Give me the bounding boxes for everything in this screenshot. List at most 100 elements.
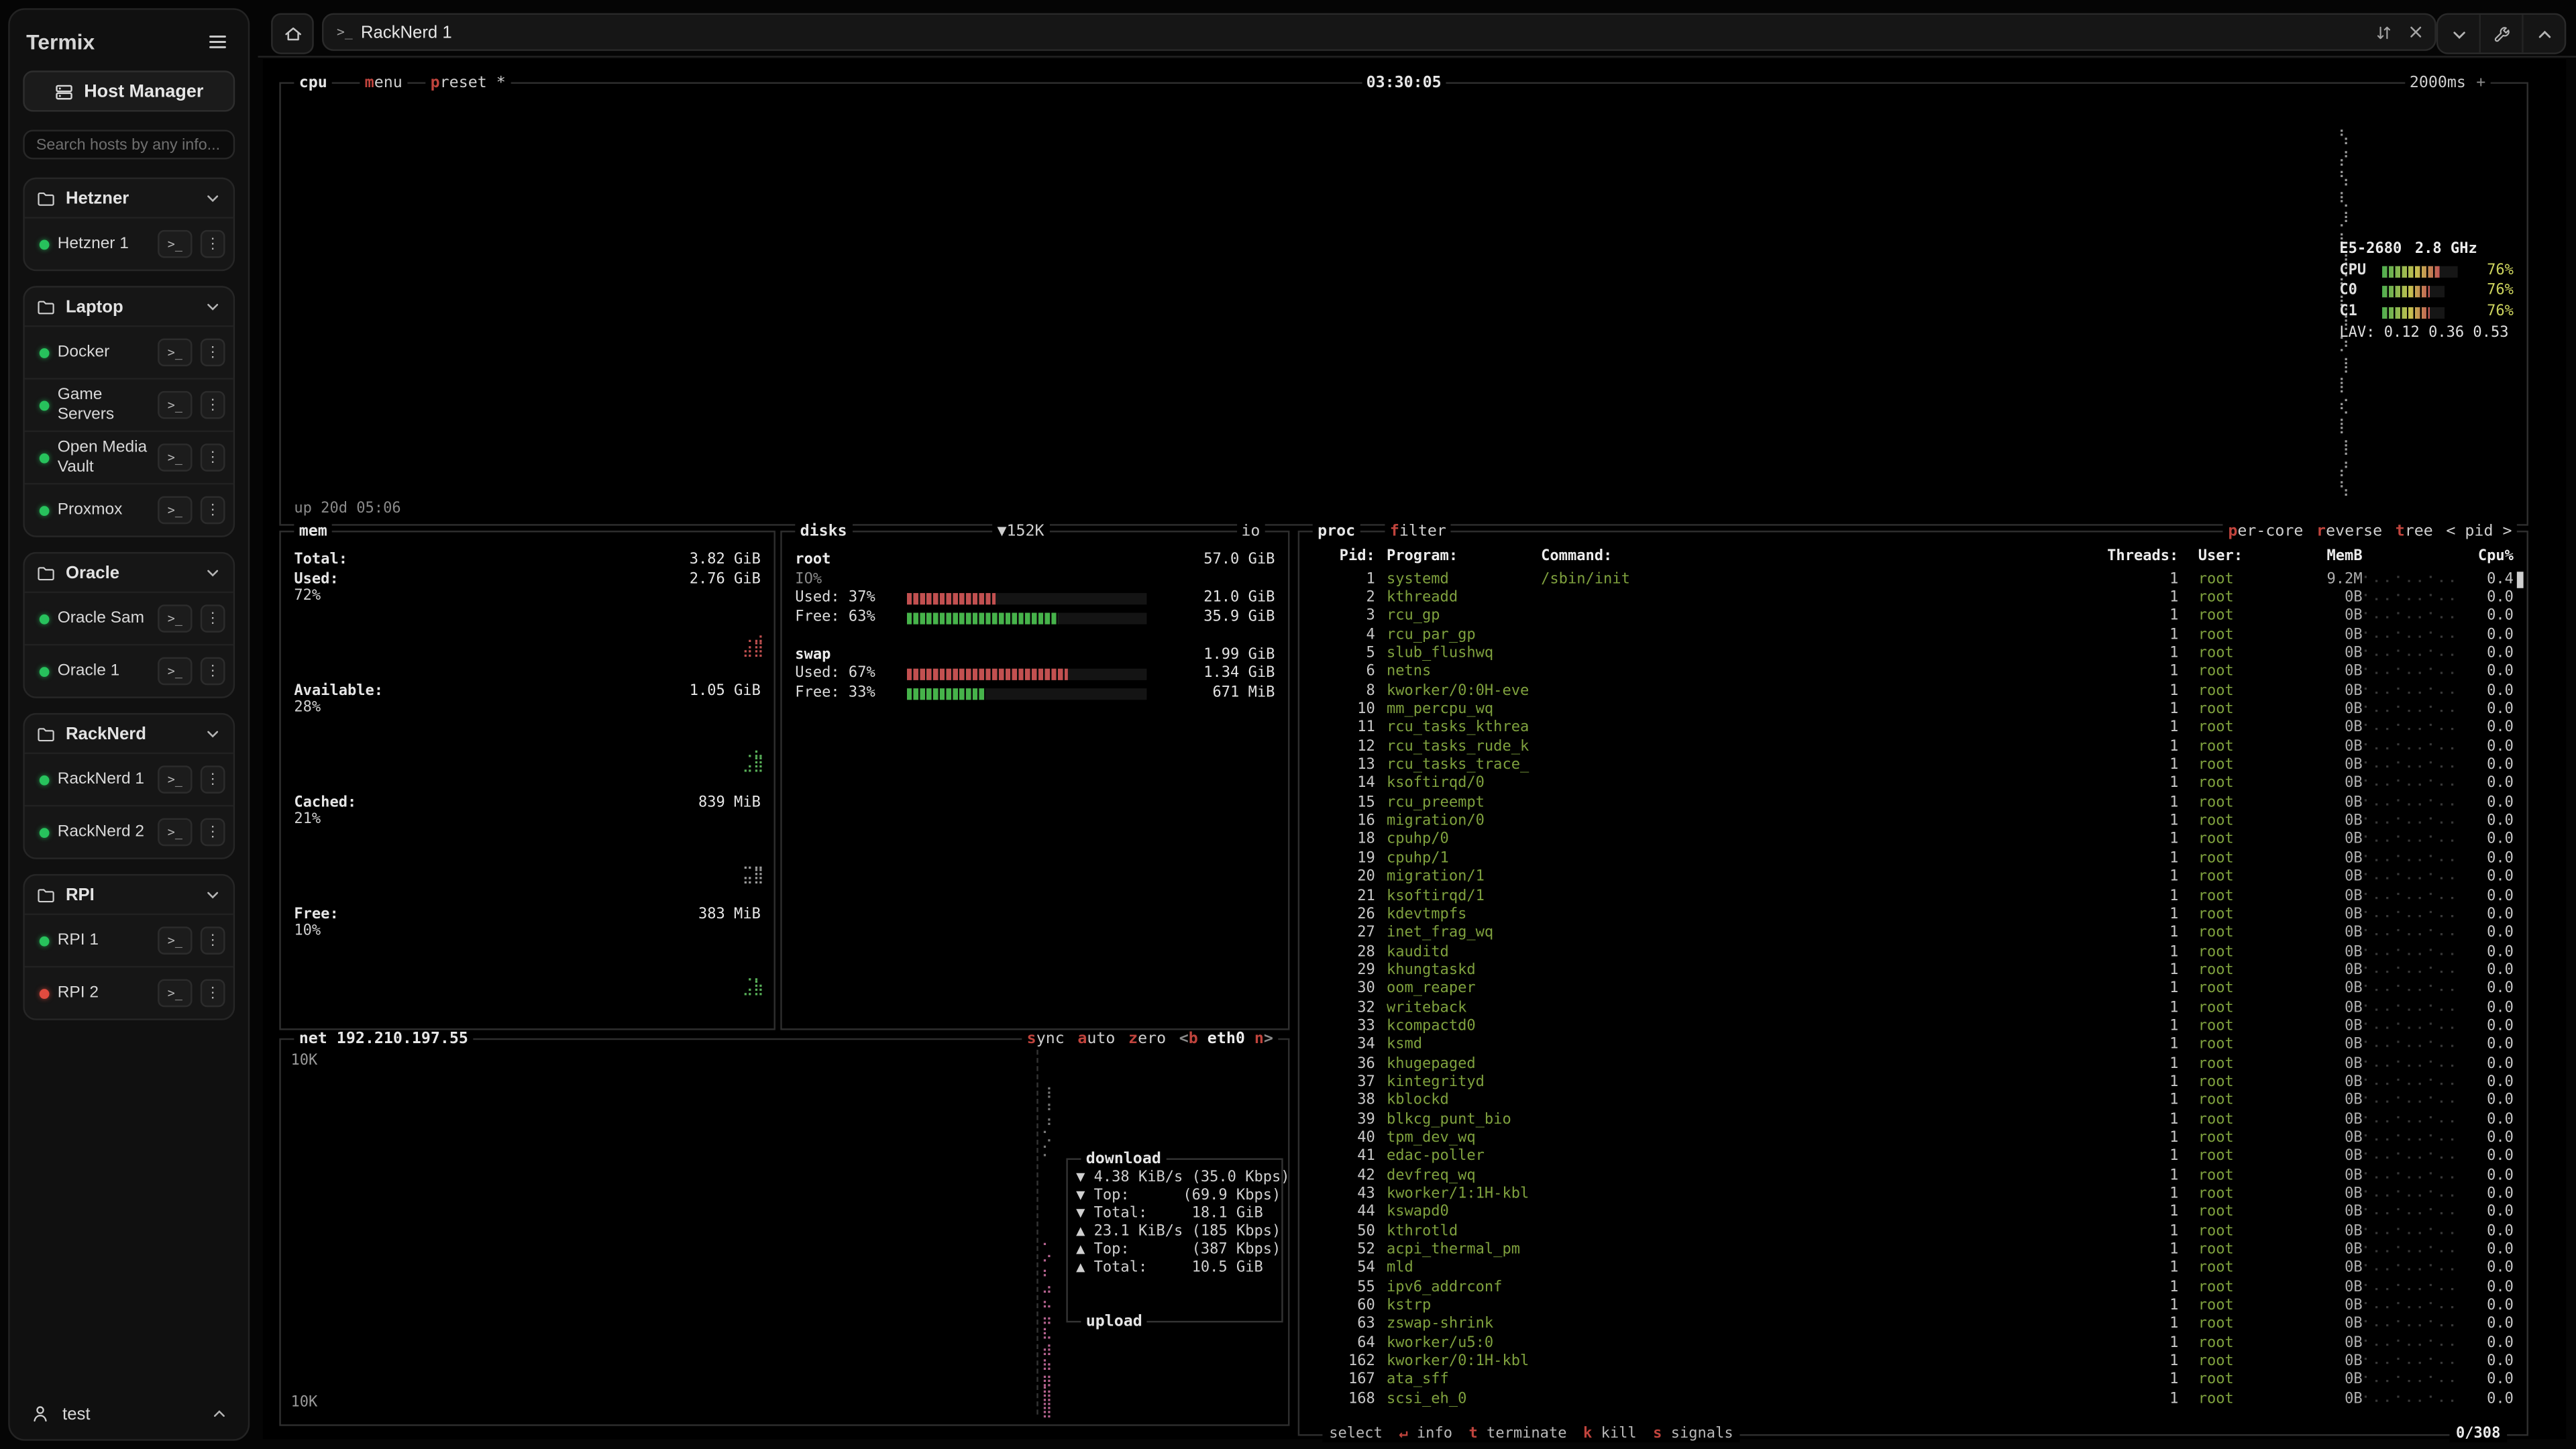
auto-toggle[interactable]: auto	[1077, 1030, 1115, 1049]
process-row[interactable]: 4 rcu_par_gp 1 root 0B 0.0	[1309, 626, 2517, 645]
sort-column-selector[interactable]: < pid >	[2446, 523, 2512, 541]
open-terminal-button[interactable]: >_	[158, 818, 192, 847]
process-row[interactable]: 63 zswap-shrink 1 root 0B 0.0	[1309, 1316, 2517, 1334]
update-interval[interactable]: 2000ms	[2405, 74, 2471, 92]
footer-key-hint[interactable]: t terminate	[1469, 1426, 1567, 1442]
process-row[interactable]: 21 ksoftirqd/1 1 root 0B 0.0	[1309, 887, 2517, 906]
process-row[interactable]: 60 kstrp 1 root 0B 0.0	[1309, 1297, 2517, 1316]
open-terminal-button[interactable]: >_	[158, 338, 192, 366]
tools-button[interactable]	[2479, 15, 2522, 52]
open-terminal-button[interactable]: >_	[158, 230, 192, 258]
collapse-panel-button[interactable]	[2438, 15, 2479, 52]
host-more-button[interactable]: ⋮	[201, 765, 225, 794]
process-row[interactable]: 32 writeback 1 root 0B 0.0	[1309, 999, 2517, 1018]
host-item[interactable]: RPI 2 >_ ⋮	[25, 966, 233, 1018]
interval-plus-button[interactable]: +	[2471, 74, 2491, 92]
group-header[interactable]: Laptop	[25, 288, 233, 325]
menu-button-tui[interactable]: menu	[360, 74, 407, 92]
process-row[interactable]: 30 oom_reaper 1 root 0B 0.0	[1309, 980, 2517, 999]
footer-key-hint[interactable]: ↵ info	[1399, 1426, 1452, 1442]
open-terminal-button[interactable]: >_	[158, 391, 192, 419]
host-item[interactable]: Oracle 1 >_ ⋮	[25, 644, 233, 696]
process-row[interactable]: 26 kdevtmpfs 1 root 0B 0.0	[1309, 906, 2517, 924]
col-user[interactable]: User:	[2178, 549, 2290, 565]
col-threads[interactable]: Threads:	[2096, 549, 2178, 565]
host-item[interactable]: Game Servers >_ ⋮	[25, 378, 233, 430]
reverse-toggle[interactable]: reverse	[2316, 523, 2382, 541]
process-row[interactable]: 3 rcu_gp 1 root 0B 0.0	[1309, 607, 2517, 626]
process-row[interactable]: 27 inet_frag_wq 1 root 0B 0.0	[1309, 924, 2517, 943]
process-row[interactable]: 162 kworker/0:1H-kbl 1 root 0B 0.0	[1309, 1353, 2517, 1372]
open-terminal-button[interactable]: >_	[158, 979, 192, 1008]
process-row[interactable]: 19 cpuhp/1 1 root 0B 0.0	[1309, 850, 2517, 869]
process-row[interactable]: 52 acpi_thermal_pm 1 root 0B 0.0	[1309, 1241, 2517, 1260]
group-header[interactable]: RPI	[25, 875, 233, 913]
host-item[interactable]: Oracle Sam >_ ⋮	[25, 592, 233, 644]
process-row[interactable]: 5 slub_flushwq 1 root 0B 0.0	[1309, 645, 2517, 663]
open-terminal-button[interactable]: >_	[158, 604, 192, 633]
host-item[interactable]: Docker >_ ⋮	[25, 325, 233, 378]
process-row[interactable]: 20 migration/1 1 root 0B 0.0	[1309, 868, 2517, 887]
process-row[interactable]: 2 kthreadd 1 root 0B 0.0	[1309, 589, 2517, 608]
process-row[interactable]: 33 kcompactd0 1 root 0B 0.0	[1309, 1018, 2517, 1036]
process-row[interactable]: 29 khungtaskd 1 root 0B 0.0	[1309, 961, 2517, 980]
process-row[interactable]: 41 edac-poller 1 root 0B 0.0	[1309, 1148, 2517, 1167]
col-mem[interactable]: MemB	[2290, 549, 2363, 565]
process-row[interactable]: 64 kworker/u5:0 1 root 0B 0.0	[1309, 1334, 2517, 1353]
process-row[interactable]: 42 devfreq_wq 1 root 0B 0.0	[1309, 1167, 2517, 1185]
menu-button[interactable]	[202, 26, 231, 56]
host-more-button[interactable]: ⋮	[201, 818, 225, 847]
group-header[interactable]: Hetzner	[25, 179, 233, 217]
host-more-button[interactable]: ⋮	[201, 496, 225, 525]
process-row[interactable]: 1 systemd /sbin/init 1 root 9.2M 0.4	[1309, 570, 2517, 589]
reorder-tabs-icon[interactable]	[2374, 22, 2394, 42]
process-row[interactable]: 167 ata_sff 1 root 0B 0.0	[1309, 1371, 2517, 1390]
host-more-button[interactable]: ⋮	[201, 391, 225, 419]
process-row[interactable]: 10 mm_percpu_wq 1 root 0B 0.0	[1309, 700, 2517, 719]
process-row[interactable]: 12 rcu_tasks_rude_k 1 root 0B 0.0	[1309, 738, 2517, 757]
preset-button-tui[interactable]: preset *	[425, 74, 511, 92]
host-item[interactable]: RackNerd 1 >_ ⋮	[25, 753, 233, 805]
tab-racknerd-1[interactable]: >_ RackNerd 1	[322, 13, 2436, 51]
col-command[interactable]: Command:	[1541, 549, 2096, 565]
host-item[interactable]: RPI 1 >_ ⋮	[25, 914, 233, 966]
process-row[interactable]: 11 rcu_tasks_kthrea 1 root 0B 0.0	[1309, 719, 2517, 738]
process-row[interactable]: 39 blkcg_punt_bio 1 root 0B 0.0	[1309, 1110, 2517, 1129]
process-row[interactable]: 55 ipv6_addrconf 1 root 0B 0.0	[1309, 1278, 2517, 1297]
home-button[interactable]	[271, 13, 314, 54]
process-row[interactable]: 15 rcu_preempt 1 root 0B 0.0	[1309, 794, 2517, 812]
process-row[interactable]: 6 netns 1 root 0B 0.0	[1309, 663, 2517, 682]
process-row[interactable]: 37 kintegrityd 1 root 0B 0.0	[1309, 1073, 2517, 1092]
open-terminal-button[interactable]: >_	[158, 926, 192, 955]
process-row[interactable]: 8 kworker/0:0H-eve 1 root 0B 0.0	[1309, 682, 2517, 700]
col-program[interactable]: Program:	[1375, 549, 1541, 565]
user-menu[interactable]: test	[23, 1391, 235, 1426]
sync-toggle[interactable]: sync	[1027, 1030, 1065, 1049]
open-terminal-button[interactable]: >_	[158, 496, 192, 525]
host-manager-button[interactable]: Host Manager	[23, 70, 235, 111]
host-item[interactable]: Open Media Vault >_ ⋮	[25, 431, 233, 483]
footer-key-hint[interactable]: k kill	[1583, 1426, 1637, 1442]
footer-key-hint[interactable]: s signals	[1653, 1426, 1733, 1442]
io-mode-toggle[interactable]: io	[1236, 523, 1265, 541]
zero-toggle[interactable]: zero	[1128, 1030, 1166, 1049]
host-more-button[interactable]: ⋮	[201, 979, 225, 1008]
host-more-button[interactable]: ⋮	[201, 338, 225, 366]
process-row[interactable]: 54 mld 1 root 0B 0.0	[1309, 1260, 2517, 1279]
process-row[interactable]: 168 scsi_eh_0 1 root 0B 0.0	[1309, 1390, 2517, 1409]
close-tab-icon[interactable]	[2407, 23, 2425, 41]
process-row[interactable]: 43 kworker/1:1H-kbl 1 root 0B 0.0	[1309, 1185, 2517, 1204]
process-row[interactable]: 14 ksoftirqd/0 1 root 0B 0.0	[1309, 775, 2517, 794]
filter-button-tui[interactable]: filter	[1385, 523, 1451, 541]
expand-panel-button[interactable]	[2522, 15, 2565, 52]
host-more-button[interactable]: ⋮	[201, 443, 225, 472]
process-row[interactable]: 44 kswapd0 1 root 0B 0.0	[1309, 1203, 2517, 1222]
terminal-canvas[interactable]: cpu menu preset * 03:30:05 2000ms + ⢣ ⡜ …	[263, 59, 2566, 1439]
process-row[interactable]: 13 rcu_tasks_trace_ 1 root 0B 0.0	[1309, 757, 2517, 775]
host-item[interactable]: Proxmox >_ ⋮	[25, 483, 233, 535]
col-pid[interactable]: Pid:	[1309, 549, 1375, 565]
process-row[interactable]: 38 kblockd 1 root 0B 0.0	[1309, 1092, 2517, 1111]
per-core-toggle[interactable]: per-core	[2228, 523, 2303, 541]
col-cpu[interactable]: Cpu%	[2458, 549, 2517, 565]
open-terminal-button[interactable]: >_	[158, 443, 192, 472]
